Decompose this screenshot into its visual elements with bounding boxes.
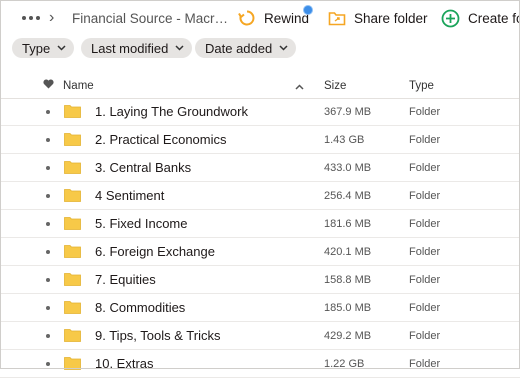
filter-bar: Type Last modified Date added bbox=[0, 38, 520, 60]
table-row[interactable]: 8. Commodities 185.0 MB Folder bbox=[0, 294, 520, 322]
table-row[interactable]: 7. Equities 158.8 MB Folder bbox=[0, 266, 520, 294]
type-filter-label: Type bbox=[22, 40, 51, 56]
row-type: Folder bbox=[409, 274, 441, 286]
create-folder-button[interactable]: Create fo bbox=[441, 0, 520, 36]
table-row[interactable]: 5. Fixed Income 181.6 MB Folder bbox=[0, 210, 520, 238]
row-name[interactable]: 6. Foreign Exchange bbox=[95, 244, 215, 259]
row-size: 429.2 MB bbox=[324, 330, 372, 342]
notification-badge bbox=[303, 5, 313, 15]
last-modified-label: Last modified bbox=[91, 40, 169, 56]
row-size: 1.43 GB bbox=[324, 134, 365, 146]
date-added-label: Date added bbox=[205, 40, 273, 56]
row-size: 420.1 MB bbox=[324, 246, 372, 258]
row-bullet bbox=[46, 138, 50, 142]
row-name[interactable]: 2. Practical Economics bbox=[95, 132, 227, 147]
folder-icon bbox=[64, 216, 81, 235]
share-folder-button[interactable]: Share folder bbox=[328, 0, 428, 36]
share-folder-label: Share folder bbox=[354, 10, 428, 26]
row-type: Folder bbox=[409, 302, 441, 314]
row-size: 185.0 MB bbox=[324, 302, 372, 314]
chevron-down-icon bbox=[279, 45, 288, 51]
folder-icon bbox=[64, 160, 81, 179]
file-list: 1. Laying The Groundwork 367.9 MB Folder… bbox=[0, 98, 520, 378]
folder-icon bbox=[64, 244, 81, 263]
size-column-header[interactable]: Size bbox=[324, 80, 346, 92]
row-bullet bbox=[46, 362, 50, 366]
row-type: Folder bbox=[409, 218, 441, 230]
date-added-filter[interactable]: Date added bbox=[195, 38, 297, 58]
row-type: Folder bbox=[409, 106, 441, 118]
table-row[interactable]: 10. Extras 1.22 GB Folder bbox=[0, 350, 520, 378]
row-bullet bbox=[46, 278, 50, 282]
table-row[interactable]: 9. Tips, Tools & Tricks 429.2 MB Folder bbox=[0, 322, 520, 350]
rewind-label: Rewind bbox=[264, 10, 310, 26]
row-name[interactable]: 9. Tips, Tools & Tricks bbox=[95, 328, 220, 343]
row-bullet bbox=[46, 110, 50, 114]
row-size: 367.9 MB bbox=[324, 106, 372, 118]
folder-icon bbox=[64, 188, 81, 207]
row-name[interactable]: 3. Central Banks bbox=[95, 160, 191, 175]
row-name[interactable]: 4 Sentiment bbox=[95, 188, 164, 203]
row-bullet bbox=[46, 194, 50, 198]
row-name[interactable]: 1. Laying The Groundwork bbox=[95, 104, 248, 119]
share-folder-icon bbox=[328, 10, 346, 26]
rewind-button[interactable]: Rewind bbox=[238, 0, 313, 36]
row-bullet bbox=[46, 166, 50, 170]
plus-circle-icon bbox=[441, 9, 460, 28]
row-bullet bbox=[46, 334, 50, 338]
row-bullet bbox=[46, 250, 50, 254]
folder-icon bbox=[64, 104, 81, 123]
name-column-header[interactable]: Name bbox=[63, 80, 94, 92]
sort-ascending-icon[interactable] bbox=[295, 81, 304, 93]
row-type: Folder bbox=[409, 134, 441, 146]
row-bullet bbox=[46, 306, 50, 310]
row-size: 181.6 MB bbox=[324, 218, 372, 230]
heart-icon[interactable] bbox=[43, 79, 54, 92]
create-folder-label: Create fo bbox=[468, 10, 520, 26]
folder-icon bbox=[64, 356, 81, 375]
row-name[interactable]: 5. Fixed Income bbox=[95, 216, 188, 231]
last-modified-filter[interactable]: Last modified bbox=[81, 38, 193, 58]
row-type: Folder bbox=[409, 358, 441, 370]
row-bullet bbox=[46, 222, 50, 226]
table-row[interactable]: 3. Central Banks 433.0 MB Folder bbox=[0, 154, 520, 182]
row-size: 256.4 MB bbox=[324, 190, 372, 202]
column-header: Name Size Type bbox=[0, 74, 520, 99]
toolbar: › Financial Source - Macr… Rewind Share … bbox=[0, 0, 520, 36]
row-size: 433.0 MB bbox=[324, 162, 372, 174]
more-options-icon[interactable] bbox=[22, 0, 43, 36]
rewind-icon bbox=[238, 9, 256, 27]
row-name[interactable]: 8. Commodities bbox=[95, 300, 185, 315]
table-row[interactable]: 6. Foreign Exchange 420.1 MB Folder bbox=[0, 238, 520, 266]
type-column-header[interactable]: Type bbox=[409, 80, 434, 92]
breadcrumb[interactable]: Financial Source - Macr… bbox=[72, 0, 228, 36]
row-type: Folder bbox=[409, 162, 441, 174]
row-type: Folder bbox=[409, 330, 441, 342]
folder-icon bbox=[64, 328, 81, 347]
chevron-down-icon bbox=[57, 45, 66, 51]
breadcrumb-chevron-icon: › bbox=[49, 9, 55, 26]
row-type: Folder bbox=[409, 190, 441, 202]
table-row[interactable]: 2. Practical Economics 1.43 GB Folder bbox=[0, 126, 520, 154]
table-row[interactable]: 4 Sentiment 256.4 MB Folder bbox=[0, 182, 520, 210]
folder-icon bbox=[64, 300, 81, 319]
row-size: 1.22 GB bbox=[324, 358, 365, 370]
row-name[interactable]: 7. Equities bbox=[95, 272, 156, 287]
row-size: 158.8 MB bbox=[324, 274, 372, 286]
type-filter[interactable]: Type bbox=[12, 38, 75, 58]
folder-icon bbox=[64, 132, 81, 151]
row-type: Folder bbox=[409, 246, 441, 258]
table-row[interactable]: 1. Laying The Groundwork 367.9 MB Folder bbox=[0, 98, 520, 126]
folder-icon bbox=[64, 272, 81, 291]
chevron-down-icon bbox=[175, 45, 184, 51]
